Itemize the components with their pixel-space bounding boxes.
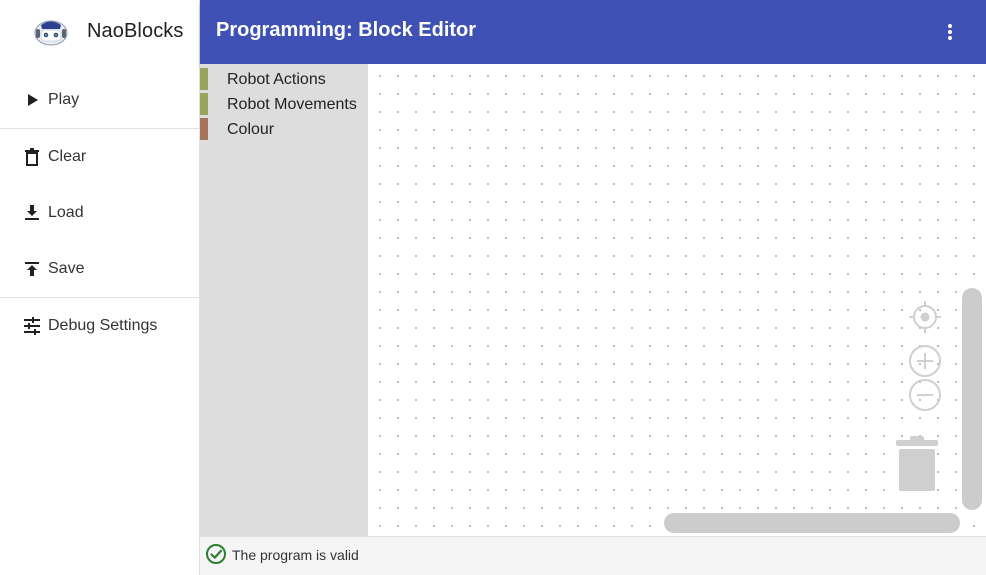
save-button[interactable]: Save bbox=[0, 249, 199, 289]
workspace-horizontal-scrollbar[interactable] bbox=[664, 513, 960, 533]
status-bar: The program is valid bbox=[200, 536, 986, 575]
category-label: Colour bbox=[227, 121, 275, 138]
recenter-icon[interactable] bbox=[908, 300, 942, 334]
play-button[interactable]: Play bbox=[0, 80, 199, 120]
clear-button[interactable]: Clear bbox=[0, 137, 199, 177]
trash-icon[interactable] bbox=[895, 435, 939, 493]
upload-icon bbox=[25, 262, 39, 276]
block-workspace[interactable] bbox=[368, 64, 986, 536]
trash-icon bbox=[25, 148, 39, 166]
workspace-vertical-scrollbar[interactable] bbox=[962, 288, 982, 510]
page-title: Programming: Block Editor bbox=[216, 19, 477, 41]
divider bbox=[0, 128, 199, 129]
download-icon bbox=[25, 205, 39, 220]
save-label: Save bbox=[48, 260, 85, 277]
load-button[interactable]: Load bbox=[0, 193, 199, 233]
tune-icon bbox=[24, 317, 40, 335]
app-header: Programming: Block Editor bbox=[200, 0, 986, 64]
brand: NaoBlocks bbox=[0, 0, 199, 64]
debug-settings-label: Debug Settings bbox=[48, 317, 158, 334]
more-vert-icon[interactable] bbox=[938, 20, 962, 44]
app-root: NaoBlocks Play Clear Load Save Debug Set… bbox=[0, 0, 986, 575]
nao-robot-icon bbox=[34, 20, 68, 46]
debug-settings-button[interactable]: Debug Settings bbox=[0, 306, 199, 346]
toolbox-category-robot-actions[interactable]: Robot Actions bbox=[200, 67, 368, 92]
toolbox-category-robot-movements[interactable]: Robot Movements bbox=[200, 92, 368, 117]
category-color-swatch bbox=[200, 118, 208, 140]
divider bbox=[0, 297, 199, 298]
category-color-swatch bbox=[200, 93, 208, 115]
block-toolbox: Robot Actions Robot Movements Colour bbox=[200, 64, 368, 536]
sidebar: NaoBlocks Play Clear Load Save Debug Set… bbox=[0, 0, 200, 575]
status-message: The program is valid bbox=[232, 547, 359, 563]
category-color-swatch bbox=[200, 68, 208, 90]
load-label: Load bbox=[48, 204, 84, 221]
zoom-in-icon[interactable] bbox=[908, 344, 942, 378]
category-label: Robot Movements bbox=[227, 96, 357, 113]
zoom-out-icon[interactable] bbox=[908, 378, 942, 412]
check-circle-icon bbox=[206, 544, 226, 564]
category-label: Robot Actions bbox=[227, 71, 326, 88]
play-icon bbox=[28, 94, 38, 106]
clear-label: Clear bbox=[48, 148, 87, 165]
play-label: Play bbox=[48, 91, 80, 108]
app-name: NaoBlocks bbox=[87, 20, 184, 42]
toolbox-category-colour[interactable]: Colour bbox=[200, 117, 368, 142]
